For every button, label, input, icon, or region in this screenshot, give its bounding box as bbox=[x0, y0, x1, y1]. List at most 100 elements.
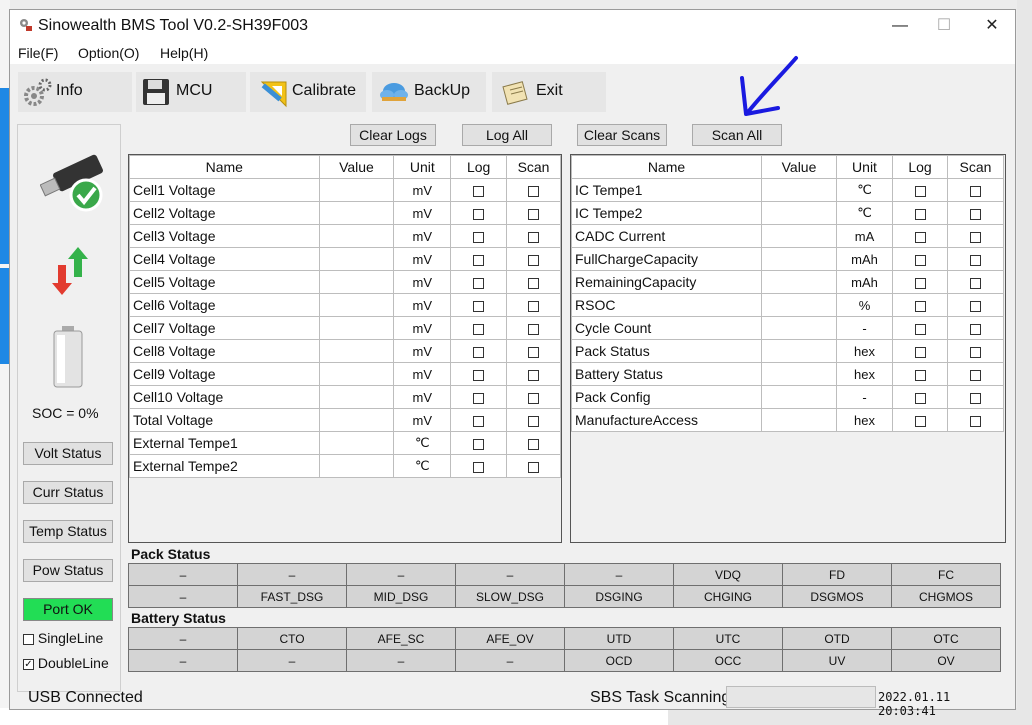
table-row[interactable]: Cell5 Voltage mV bbox=[129, 270, 561, 294]
column-header-name[interactable]: Name bbox=[129, 155, 320, 179]
table-row[interactable]: RemainingCapacity mAh bbox=[571, 270, 1004, 294]
scan-checkbox[interactable] bbox=[528, 346, 540, 358]
toolbar-info-button[interactable]: Info bbox=[18, 72, 132, 112]
doubleline-option[interactable]: ✓ DoubleLine bbox=[23, 655, 109, 671]
scan-checkbox[interactable] bbox=[970, 346, 981, 358]
table-row[interactable]: Total Voltage mV bbox=[129, 408, 561, 432]
table-row[interactable]: External Tempe1 ℃ bbox=[129, 431, 561, 455]
column-header-log[interactable]: Log bbox=[892, 155, 948, 179]
log-checkbox[interactable] bbox=[473, 208, 485, 220]
scan-checkbox[interactable] bbox=[970, 415, 981, 427]
table-row[interactable]: Battery Status hex bbox=[571, 362, 1004, 386]
scan-checkbox[interactable] bbox=[970, 392, 981, 404]
pow-status-button[interactable]: Pow Status bbox=[23, 559, 113, 582]
scan-checkbox[interactable] bbox=[970, 254, 981, 266]
scan-checkbox[interactable] bbox=[970, 231, 981, 243]
table-row[interactable]: Cell4 Voltage mV bbox=[129, 247, 561, 271]
clear-logs-button[interactable]: Clear Logs bbox=[350, 124, 436, 146]
log-checkbox[interactable] bbox=[473, 254, 485, 266]
scan-checkbox[interactable] bbox=[528, 277, 540, 289]
curr-status-button[interactable]: Curr Status bbox=[23, 481, 113, 504]
log-checkbox[interactable] bbox=[473, 415, 485, 427]
log-checkbox[interactable] bbox=[914, 369, 926, 381]
scan-checkbox[interactable] bbox=[528, 323, 540, 335]
maximize-button[interactable]: ☐ bbox=[921, 10, 967, 42]
scan-checkbox[interactable] bbox=[528, 231, 540, 243]
table-row[interactable]: RSOC% bbox=[571, 293, 1004, 317]
table-row[interactable]: ManufactureAccess hex bbox=[571, 408, 1004, 432]
scan-checkbox[interactable] bbox=[528, 392, 540, 404]
menu-help[interactable]: Help(H) bbox=[160, 45, 208, 61]
log-checkbox[interactable] bbox=[473, 231, 485, 243]
minimize-button[interactable]: — bbox=[877, 10, 923, 42]
table-row[interactable]: External Tempe2 ℃ bbox=[129, 454, 561, 478]
singleline-checkbox[interactable] bbox=[23, 633, 34, 645]
column-header-value[interactable]: Value bbox=[761, 155, 837, 179]
scan-checkbox[interactable] bbox=[528, 185, 540, 197]
singleline-option[interactable]: SingleLine bbox=[23, 630, 103, 646]
scan-checkbox[interactable] bbox=[528, 369, 540, 381]
log-checkbox[interactable] bbox=[914, 208, 926, 220]
log-checkbox[interactable] bbox=[473, 369, 485, 381]
log-checkbox[interactable] bbox=[473, 346, 485, 358]
scan-checkbox[interactable] bbox=[970, 300, 981, 312]
table-row[interactable]: Pack Status hex bbox=[571, 339, 1004, 363]
scan-checkbox[interactable] bbox=[528, 415, 540, 427]
log-checkbox[interactable] bbox=[473, 323, 485, 335]
table-row[interactable]: Cell8 Voltage mV bbox=[129, 339, 561, 363]
log-checkbox[interactable] bbox=[914, 415, 926, 427]
scan-checkbox[interactable] bbox=[528, 254, 540, 266]
table-row[interactable]: CADC Current mA bbox=[571, 224, 1004, 248]
scan-checkbox[interactable] bbox=[970, 185, 981, 197]
scan-checkbox[interactable] bbox=[970, 369, 981, 381]
column-header-unit[interactable]: Unit bbox=[393, 155, 452, 179]
measurement-grid-right[interactable]: Name Value Unit Log Scan IC Tempe1 ℃ IC Te… bbox=[570, 154, 1006, 543]
table-row[interactable]: Cycle Count - bbox=[571, 316, 1004, 340]
toolbar-backup-button[interactable]: BackUp bbox=[372, 72, 486, 112]
log-all-button[interactable]: Log All bbox=[462, 124, 552, 146]
log-checkbox[interactable] bbox=[473, 392, 485, 404]
log-checkbox[interactable] bbox=[914, 277, 926, 289]
scan-checkbox[interactable] bbox=[528, 300, 540, 312]
log-checkbox[interactable] bbox=[914, 346, 926, 358]
toolbar-calibrate-button[interactable]: Calibrate bbox=[250, 72, 366, 112]
column-header-scan[interactable]: Scan bbox=[506, 155, 561, 179]
log-checkbox[interactable] bbox=[914, 323, 926, 335]
table-row[interactable]: Cell10 Voltage mV bbox=[129, 385, 561, 409]
column-header-name[interactable]: Name bbox=[571, 155, 762, 179]
scan-checkbox[interactable] bbox=[528, 461, 540, 473]
table-row[interactable]: Cell1 Voltage mV bbox=[129, 178, 561, 202]
log-checkbox[interactable] bbox=[914, 300, 926, 312]
log-checkbox[interactable] bbox=[473, 438, 485, 450]
column-header-log[interactable]: Log bbox=[450, 155, 508, 179]
scan-checkbox[interactable] bbox=[970, 323, 981, 335]
table-row[interactable]: IC Tempe2 ℃ bbox=[571, 201, 1004, 225]
scan-checkbox[interactable] bbox=[970, 277, 981, 289]
log-checkbox[interactable] bbox=[914, 254, 926, 266]
scan-checkbox[interactable] bbox=[970, 208, 981, 220]
table-row[interactable]: Cell2 Voltage mV bbox=[129, 201, 561, 225]
column-header-value[interactable]: Value bbox=[318, 155, 395, 179]
scan-all-button[interactable]: Scan All bbox=[692, 124, 782, 146]
measurement-grid-left[interactable]: Name Value Unit Log Scan Cell1 Voltage mV… bbox=[128, 154, 562, 543]
menu-option[interactable]: Option(O) bbox=[78, 45, 139, 61]
log-checkbox[interactable] bbox=[914, 392, 926, 404]
log-checkbox[interactable] bbox=[473, 277, 485, 289]
temp-status-button[interactable]: Temp Status bbox=[23, 520, 113, 543]
table-row[interactable]: IC Tempe1 ℃ bbox=[571, 178, 1004, 202]
log-checkbox[interactable] bbox=[914, 231, 926, 243]
log-checkbox[interactable] bbox=[473, 461, 485, 473]
column-header-unit[interactable]: Unit bbox=[836, 155, 893, 179]
table-row[interactable]: Cell6 Voltage mV bbox=[129, 293, 561, 317]
toolbar-exit-button[interactable]: Exit bbox=[492, 72, 606, 112]
scan-checkbox[interactable] bbox=[528, 438, 540, 450]
scan-checkbox[interactable] bbox=[528, 208, 540, 220]
column-header-scan[interactable]: Scan bbox=[947, 155, 1004, 179]
toolbar-mcu-button[interactable]: MCU bbox=[136, 72, 246, 112]
table-row[interactable]: Cell7 Voltage mV bbox=[129, 316, 561, 340]
doubleline-checkbox[interactable]: ✓ bbox=[23, 658, 34, 670]
title-bar[interactable]: Sinowealth BMS Tool V0.2-SH39F003 — ☐ ✕ bbox=[10, 10, 1015, 42]
clear-scans-button[interactable]: Clear Scans bbox=[577, 124, 667, 146]
menu-file[interactable]: File(F) bbox=[18, 45, 58, 61]
table-row[interactable]: Cell3 Voltage mV bbox=[129, 224, 561, 248]
